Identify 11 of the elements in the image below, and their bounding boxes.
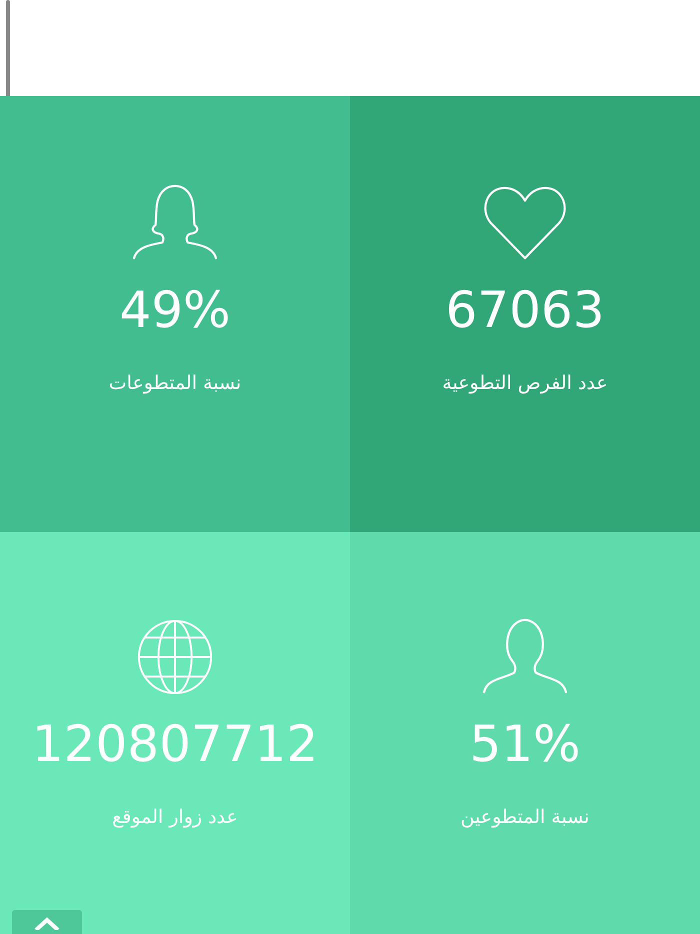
stat-label: عدد الفرص التطوعية [442,372,608,394]
stat-value: 49% [119,280,231,340]
chevron-up-icon [32,916,62,930]
stat-label: عدد زوار الموقع [112,806,238,828]
stat-label: نسبة المتطوعات [108,372,242,394]
female-user-icon [130,184,220,262]
stat-value: 67063 [445,280,605,340]
stat-label: نسبة المتطوعين [460,806,590,828]
stat-value: 51% [469,714,581,774]
stat-value: 120807712 [32,714,318,774]
user-icon [480,618,570,696]
